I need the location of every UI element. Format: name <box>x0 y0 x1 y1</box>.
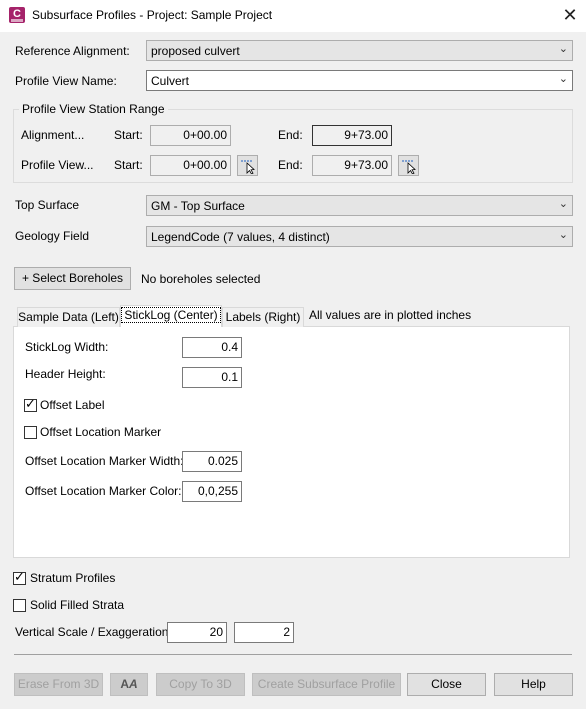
pick-cursor-icon <box>402 160 416 174</box>
sticklog-tab-panel <box>13 326 570 558</box>
close-button[interactable]: Close <box>407 673 486 696</box>
offset-location-marker-checkbox[interactable] <box>24 426 37 439</box>
top-surface-dropdown[interactable]: GM - Top Surface ⌄ <box>146 195 573 216</box>
reference-alignment-value: proposed culvert <box>151 44 240 58</box>
tab-labels-right[interactable]: Labels (Right) <box>222 307 304 327</box>
vertical-scale-input[interactable]: 20 <box>167 622 227 643</box>
header-height-label: Header Height: <box>25 367 106 381</box>
vertical-exaggeration-input[interactable]: 2 <box>234 622 294 643</box>
profile-view-name-combobox[interactable]: Culvert ⌄ <box>146 70 573 91</box>
text-style-aa-icon[interactable]: AA <box>110 673 148 696</box>
sticklog-width-input[interactable]: 0.4 <box>182 337 242 358</box>
tabs-units-note: All values are in plotted inches <box>309 308 472 322</box>
offset-label-text: Offset Label <box>40 398 105 412</box>
copy-to-3d-button[interactable]: Copy To 3D <box>156 673 245 696</box>
profile-view-name-value: Culvert <box>151 74 190 88</box>
erase-from-3d-button[interactable]: Erase From 3D <box>14 673 103 696</box>
pick-end-station-button[interactable] <box>398 155 419 176</box>
alignment-end-field: 9+73.00 <box>312 125 392 146</box>
sticklog-width-label: StickLog Width: <box>25 340 109 354</box>
chevron-down-icon: ⌄ <box>558 43 568 55</box>
top-surface-label: Top Surface <box>15 198 80 212</box>
station-range-title: Profile View Station Range <box>19 102 168 116</box>
profile-view-end-field: 9+73.00 <box>312 155 392 176</box>
alignment-start-field: 0+00.00 <box>150 125 231 146</box>
profile-view-start-field: 0+00.00 <box>150 155 231 176</box>
civil3d-app-icon: C <box>9 7 25 23</box>
boreholes-status: No boreholes selected <box>141 272 261 286</box>
select-boreholes-button[interactable]: + Select Boreholes <box>14 267 131 290</box>
reference-alignment-dropdown[interactable]: proposed culvert ⌄ <box>146 40 573 61</box>
alignment-row-label: Alignment... <box>21 128 85 142</box>
checkmark-icon: ✓ <box>25 396 36 411</box>
checkmark-icon: ✓ <box>14 569 25 584</box>
marker-width-label: Offset Location Marker Width: <box>25 454 184 468</box>
geology-field-value: LegendCode (7 values, 4 distinct) <box>151 230 330 244</box>
alignment-start-label: Start: <box>114 128 143 142</box>
geology-field-label: Geology Field <box>15 229 90 243</box>
reference-alignment-label: Reference Alignment: <box>15 44 130 58</box>
solid-filled-strata-checkbox[interactable] <box>13 599 26 612</box>
footer-separator <box>14 654 572 655</box>
chevron-down-icon: ⌄ <box>558 198 568 210</box>
marker-color-input[interactable]: 0,0,255 <box>182 481 242 502</box>
header-height-input[interactable]: 0.1 <box>182 367 242 388</box>
pick-start-station-button[interactable] <box>237 155 258 176</box>
solid-filled-strata-text: Solid Filled Strata <box>30 598 125 612</box>
alignment-end-label: End: <box>278 128 303 142</box>
tab-sticklog-center[interactable]: StickLog (Center) <box>120 305 222 327</box>
offset-location-marker-text: Offset Location Marker <box>40 425 162 439</box>
help-button[interactable]: Help <box>494 673 573 696</box>
profile-view-end-label: End: <box>278 158 303 172</box>
profile-view-name-label: Profile View Name: <box>15 74 117 88</box>
profile-view-row-label: Profile View... <box>21 158 94 172</box>
vertical-scale-label: Vertical Scale / Exaggeration: <box>15 625 172 639</box>
stratum-profiles-text: Stratum Profiles <box>30 571 116 585</box>
marker-width-input[interactable]: 0.025 <box>182 451 242 472</box>
geology-field-dropdown[interactable]: LegendCode (7 values, 4 distinct) ⌄ <box>146 226 573 247</box>
offset-label-checkbox[interactable]: ✓ <box>24 396 37 412</box>
chevron-down-icon: ⌄ <box>558 73 568 85</box>
marker-color-label: Offset Location Marker Color: <box>25 484 182 498</box>
pick-cursor-icon <box>241 160 255 174</box>
profile-view-start-label: Start: <box>114 158 143 172</box>
stratum-profiles-checkbox[interactable]: ✓ <box>13 569 26 585</box>
top-surface-value: GM - Top Surface <box>151 199 245 213</box>
tab-sample-data-left[interactable]: Sample Data (Left) <box>17 307 120 327</box>
window-title: Subsurface Profiles - Project: Sample Pr… <box>32 8 273 22</box>
create-subsurface-profile-button[interactable]: Create Subsurface Profile <box>252 673 401 696</box>
chevron-down-icon: ⌄ <box>558 229 568 241</box>
close-window-icon[interactable]: ✕ <box>558 4 582 28</box>
